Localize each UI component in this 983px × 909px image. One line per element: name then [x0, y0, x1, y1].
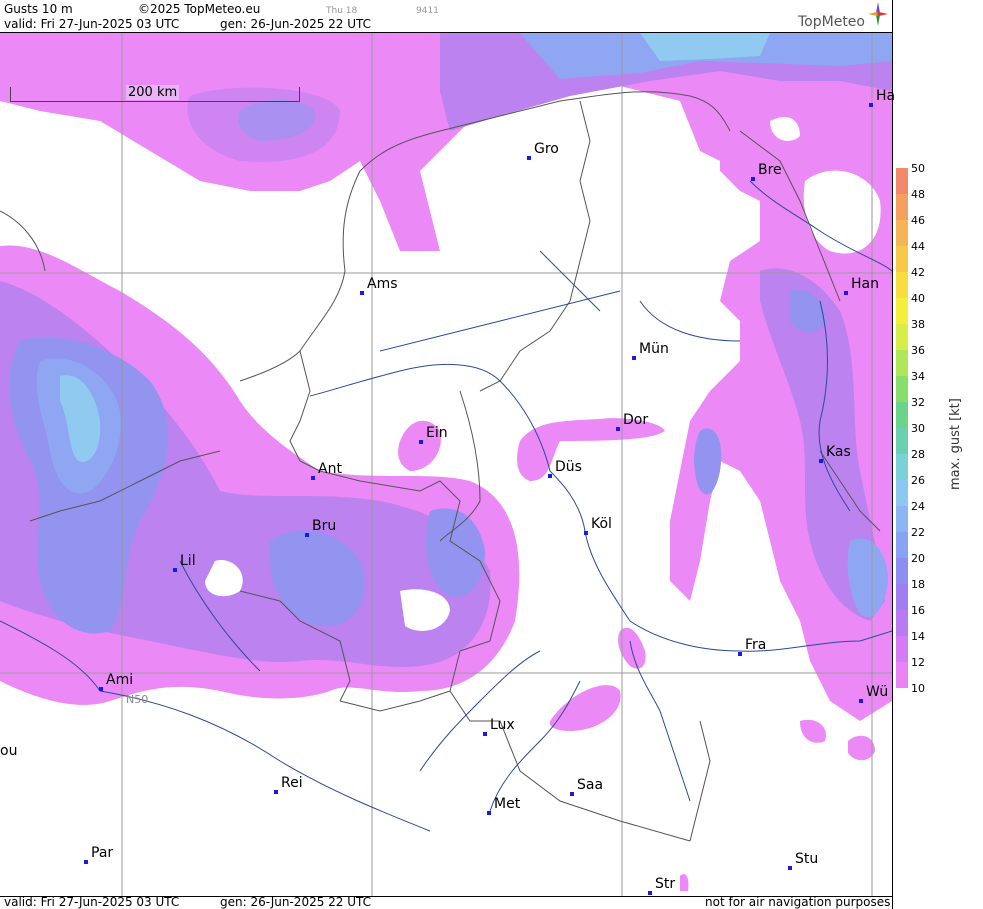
city-marker-icon — [548, 474, 552, 478]
color-bar-segment — [896, 376, 908, 402]
color-bar-segment — [896, 246, 908, 272]
valid-time: valid: Fri 27-Jun-2025 03 UTC — [4, 17, 180, 31]
city-marker-icon — [483, 732, 487, 736]
legend-tick-label: 28 — [911, 448, 925, 461]
legend-tick-label: 42 — [911, 266, 925, 279]
legend-tick-label: 34 — [911, 370, 925, 383]
city-marker-icon — [487, 811, 491, 815]
color-bar-segment — [896, 610, 908, 636]
city-marker-icon — [305, 533, 309, 537]
color-bar-segment — [896, 428, 908, 454]
graticule-label: N50 — [126, 693, 149, 706]
color-bar-segment — [896, 168, 908, 194]
legend-tick-label: 36 — [911, 344, 925, 357]
legend-tick-label: 14 — [911, 630, 925, 643]
city-marker-icon — [632, 356, 636, 360]
color-bar-segment — [896, 324, 908, 350]
city-marker-icon — [570, 792, 574, 796]
city-marker-icon — [84, 860, 88, 864]
topmeteo-logo: TopMeteo — [798, 14, 865, 30]
footer-generated-time: gen: 26-Jun-2025 22 UTC — [220, 895, 372, 909]
city-marker-icon — [584, 531, 588, 535]
legend-tick-label: 22 — [911, 526, 925, 539]
navigation-disclaimer: not for air navigation purposes — [705, 895, 891, 909]
city-marker-icon — [859, 699, 863, 703]
generated-time: gen: 26-Jun-2025 22 UTC — [220, 17, 372, 31]
legend-tick-label: 44 — [911, 240, 925, 253]
compass-star-icon — [868, 2, 888, 26]
color-bar-segment — [896, 506, 908, 532]
color-bar-segment — [896, 636, 908, 662]
legend-tick-label: 32 — [911, 396, 925, 409]
color-bar-segment — [896, 272, 908, 298]
color-bar-segment — [896, 298, 908, 324]
city-marker-icon — [311, 476, 315, 480]
color-bar-segment — [896, 220, 908, 246]
city-marker-icon — [616, 427, 620, 431]
city-marker-icon — [751, 177, 755, 181]
color-bar-segment — [896, 584, 908, 610]
color-bar-segment — [896, 402, 908, 428]
copyright-text: ©2025 TopMeteo.eu — [138, 2, 261, 16]
city-marker-icon — [99, 687, 103, 691]
distance-scale-label: 200 km — [126, 85, 180, 100]
city-marker-icon — [173, 568, 177, 572]
city-marker-icon — [819, 459, 823, 463]
legend-tick-label: 26 — [911, 474, 925, 487]
legend-tick-label: 12 — [911, 656, 925, 669]
gust-legend: 50 48 46 44 42 40 38 36 34 32 30 28 26 24 22 20 18 16 14 12… — [893, 163, 983, 708]
legend-tick-label: 24 — [911, 500, 925, 513]
footer-valid-time: valid: Fri 27-Jun-2025 03 UTC — [4, 895, 180, 909]
run-label: Thu 18 — [326, 6, 358, 16]
legend-tick-label: 20 — [911, 552, 925, 565]
color-bar-segment — [896, 662, 908, 688]
legend-title: max. gust [kt] — [948, 398, 963, 490]
color-bar-segment — [896, 350, 908, 376]
legend-tick-label: 40 — [911, 292, 925, 305]
color-bar-segment — [896, 532, 908, 558]
legend-tick-label: 16 — [911, 604, 925, 617]
city-marker-icon — [360, 291, 364, 295]
city-marker-icon — [869, 103, 873, 107]
legend-tick-label: 48 — [911, 188, 925, 201]
legend-tick-label: 30 — [911, 422, 925, 435]
city-marker-icon — [788, 866, 792, 870]
city-marker-icon — [274, 790, 278, 794]
legend-tick-label: 18 — [911, 578, 925, 591]
city-marker-icon — [527, 156, 531, 160]
footer: valid: Fri 27-Jun-2025 03 UTC gen: 26-Ju… — [0, 895, 892, 909]
color-bar-segment — [896, 558, 908, 584]
legend-tick-label: 46 — [911, 214, 925, 227]
product-title: Gusts 10 m — [4, 2, 73, 16]
city-marker-icon — [844, 291, 848, 295]
legend-tick-label: 10 — [911, 682, 925, 695]
color-bar-segment — [896, 454, 908, 480]
city-marker-icon — [738, 652, 742, 656]
city-marker-icon — [419, 440, 423, 444]
legend-tick-label: 38 — [911, 318, 925, 331]
legend-tick-label: 50 — [911, 162, 925, 175]
color-bar-segment — [896, 194, 908, 220]
code-label: 9411 — [416, 6, 439, 16]
header: Gusts 10 m ©2025 TopMeteo.eu Thu 18 9411… — [0, 0, 892, 32]
color-bar-segment — [896, 480, 908, 506]
